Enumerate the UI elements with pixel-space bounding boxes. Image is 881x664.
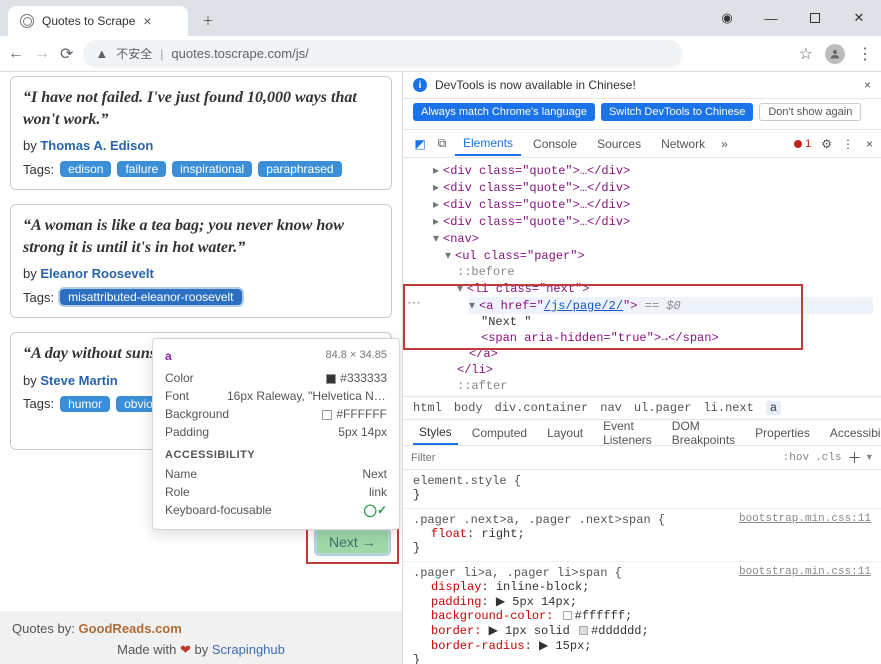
account-indicator-icon[interactable]: ◉ bbox=[705, 4, 749, 32]
tag-link[interactable]: inspirational bbox=[172, 161, 252, 177]
tag-link[interactable]: failure bbox=[117, 161, 166, 177]
dom-tree[interactable]: ▸<div class="quote">…</div> ▸<div class=… bbox=[403, 158, 881, 396]
close-window-button[interactable]: ✕ bbox=[837, 4, 881, 32]
tooltip-selector: a bbox=[165, 349, 172, 363]
subtab-accessibility[interactable]: Accessibility bbox=[824, 422, 881, 444]
info-icon: i bbox=[413, 78, 427, 92]
inspect-icon[interactable]: ◩ bbox=[411, 137, 429, 151]
heart-icon: ❤ bbox=[180, 642, 191, 657]
tab-network[interactable]: Network bbox=[653, 133, 713, 155]
window-controls: ◉ — ✕ bbox=[705, 0, 881, 36]
more-icon[interactable]: ▸ bbox=[864, 455, 877, 461]
address-bar[interactable]: ▲ 不安全 | quotes.toscrape.com/js/ bbox=[83, 40, 683, 68]
devtools-close-icon[interactable]: × bbox=[858, 137, 873, 151]
gear-icon[interactable]: ⚙ bbox=[815, 137, 838, 151]
kebab-icon[interactable]: ⋮ bbox=[842, 137, 854, 151]
switch-language-button[interactable]: Switch DevTools to Chinese bbox=[601, 103, 753, 121]
page-footer: Quotes by: GoodReads.com Made with ❤ by … bbox=[0, 611, 402, 664]
globe-icon bbox=[20, 14, 34, 28]
banner-close-icon[interactable]: × bbox=[864, 78, 871, 92]
author-link[interactable]: Thomas A. Edison bbox=[40, 138, 153, 153]
quote-text: “A woman is like a tea bag; you never kn… bbox=[23, 215, 379, 258]
element-tooltip: a 84.8 × 34.85 Color#333333 Font16px Ral… bbox=[152, 338, 400, 530]
close-tab-icon[interactable]: × bbox=[143, 13, 151, 29]
minimize-button[interactable]: — bbox=[749, 4, 793, 32]
cls-toggle[interactable]: .cls bbox=[815, 452, 841, 464]
author-link[interactable]: Eleanor Roosevelt bbox=[40, 266, 153, 281]
star-icon[interactable]: ☆ bbox=[799, 44, 813, 64]
back-button[interactable]: ← bbox=[8, 45, 24, 63]
error-count[interactable]: 1 bbox=[794, 138, 811, 150]
tooltip-dimensions: 84.8 × 34.85 bbox=[326, 349, 387, 363]
tab-title: Quotes to Scrape bbox=[42, 14, 135, 28]
styles-pane[interactable]: element.style { } bootstrap.min.css:11 .… bbox=[403, 470, 881, 664]
tag-link[interactable]: humor bbox=[60, 396, 110, 412]
kebab-menu-icon[interactable]: ⋮ bbox=[857, 44, 873, 64]
more-tabs-icon[interactable]: » bbox=[717, 137, 732, 151]
tag-link[interactable]: misattributed-eleanor-roosevelt bbox=[60, 289, 241, 305]
quote-text: “I have not failed. I've just found 10,0… bbox=[23, 87, 379, 130]
tab-elements[interactable]: Elements bbox=[455, 132, 521, 156]
tab-console[interactable]: Console bbox=[525, 133, 585, 155]
forward-button: → bbox=[34, 45, 50, 63]
subtab-layout[interactable]: Layout bbox=[541, 422, 589, 444]
device-toggle-icon[interactable]: ⧉ bbox=[433, 136, 451, 151]
insecure-label: 不安全 bbox=[116, 45, 152, 62]
scrapinghub-link[interactable]: Scrapinghub bbox=[212, 642, 285, 657]
dont-show-button[interactable]: Don't show again bbox=[759, 103, 861, 121]
match-language-button[interactable]: Always match Chrome's language bbox=[413, 103, 595, 121]
styles-tabs: Styles Computed Layout Event Listeners D… bbox=[403, 420, 881, 446]
styles-filter-bar: :hov .cls ＋ ▸ bbox=[403, 446, 881, 470]
subtab-styles[interactable]: Styles bbox=[413, 421, 458, 445]
page-content: “I have not failed. I've just found 10,0… bbox=[0, 72, 402, 664]
tab-sources[interactable]: Sources bbox=[589, 133, 649, 155]
titlebar: Quotes to Scrape × ＋ ◉ — ✕ bbox=[0, 0, 881, 36]
check-icon: ◯✓ bbox=[364, 503, 387, 517]
insecure-icon: ▲ bbox=[95, 46, 108, 61]
new-tab-button[interactable]: ＋ bbox=[194, 6, 222, 34]
devtools-tabs: ◩ ⧉ Elements Console Sources Network » 1… bbox=[403, 130, 881, 158]
quote-card: “I have not failed. I've just found 10,0… bbox=[10, 76, 392, 190]
quote-card: “A woman is like a tea bag; you never kn… bbox=[10, 204, 392, 318]
next-link[interactable]: Next → bbox=[316, 530, 389, 554]
author-link[interactable]: Steve Martin bbox=[40, 373, 117, 388]
devtools-banner: i DevTools is now available in Chinese! … bbox=[403, 72, 881, 99]
styles-filter-input[interactable] bbox=[411, 452, 777, 464]
avatar-icon[interactable] bbox=[825, 44, 845, 64]
url-text: quotes.toscrape.com/js/ bbox=[171, 46, 308, 61]
browser-tab[interactable]: Quotes to Scrape × bbox=[8, 6, 188, 36]
browser-toolbar: ← → ⟳ ▲ 不安全 | quotes.toscrape.com/js/ ☆ … bbox=[0, 36, 881, 72]
subtab-computed[interactable]: Computed bbox=[466, 422, 533, 444]
devtools-panel: i DevTools is now available in Chinese! … bbox=[402, 72, 881, 664]
tag-link[interactable]: paraphrased bbox=[258, 161, 341, 177]
hov-toggle[interactable]: :hov bbox=[783, 452, 809, 464]
maximize-button[interactable] bbox=[793, 4, 837, 32]
subtab-properties[interactable]: Properties bbox=[749, 422, 816, 444]
goodreads-link[interactable]: GoodReads.com bbox=[79, 621, 182, 636]
new-rule-icon[interactable]: ＋ bbox=[847, 448, 861, 468]
reload-button[interactable]: ⟳ bbox=[60, 44, 73, 64]
tag-link[interactable]: edison bbox=[60, 161, 111, 177]
